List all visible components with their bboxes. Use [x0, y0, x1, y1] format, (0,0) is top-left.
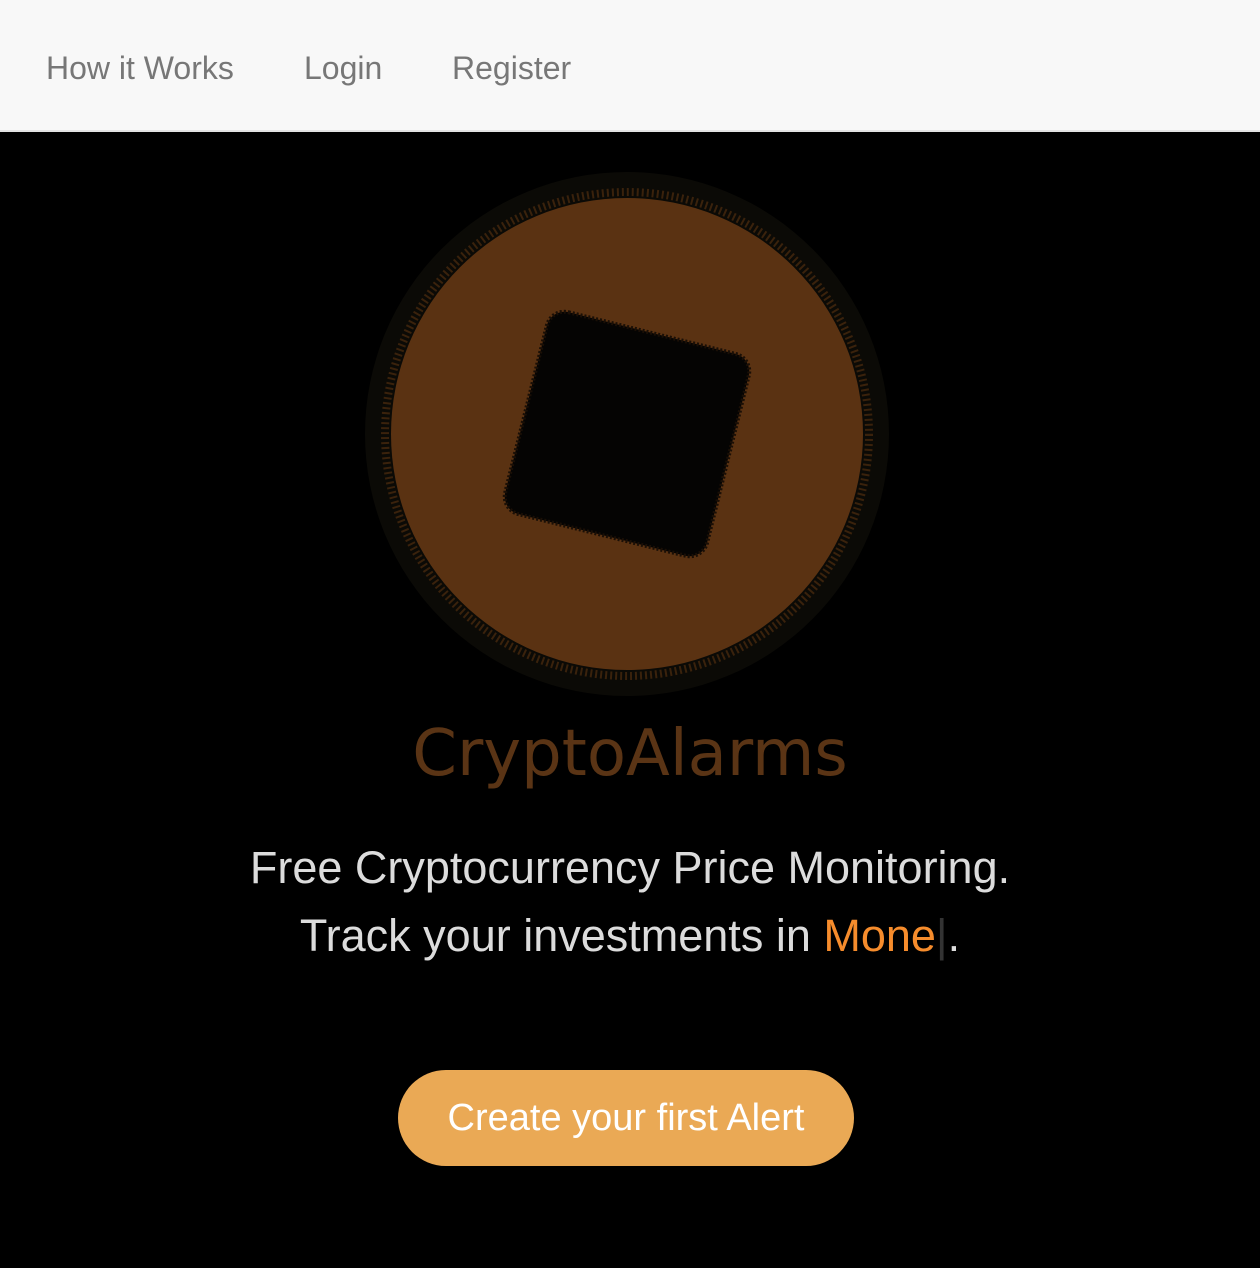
tagline-line-1: Free Cryptocurrency Price Monitoring.: [249, 842, 1011, 893]
tagline-line-2-suffix: .: [947, 910, 961, 961]
logo-svg: [365, 172, 889, 696]
nav-how-it-works-link[interactable]: How it Works: [46, 48, 234, 88]
tagline-typed-word: Mone: [823, 910, 936, 961]
nav-register-link[interactable]: Register: [452, 48, 571, 88]
cryptoalarms-logo-icon: [350, 164, 910, 724]
typing-cursor: |: [935, 910, 948, 961]
top-navbar: How it Works Login Register: [0, 0, 1260, 132]
brand-name: CryptoAlarms: [412, 717, 848, 791]
tagline-line-2-prefix: Track your investments in: [299, 910, 824, 961]
create-first-alert-button[interactable]: Create your first Alert: [398, 1070, 854, 1166]
nav-login-link[interactable]: Login: [304, 48, 382, 88]
hero-section: CryptoAlarms Free Cryptocurrency Price M…: [0, 134, 1260, 1268]
tagline-line-2: Track your investments in Mone|.: [0, 902, 1260, 970]
